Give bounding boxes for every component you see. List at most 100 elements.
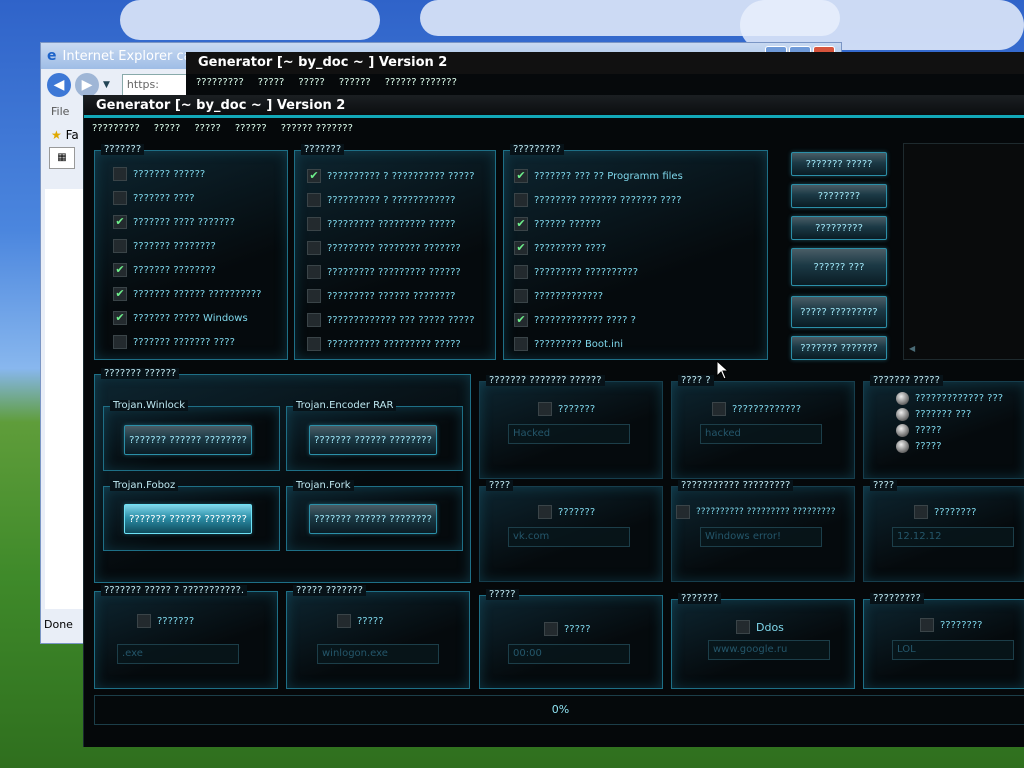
checkbox[interactable]	[337, 614, 351, 628]
dropdown-icon[interactable]: ▼	[103, 80, 110, 90]
checkbox[interactable]	[307, 337, 321, 351]
checkbox[interactable]	[113, 311, 127, 325]
option-checkbox[interactable]: ?????????? ? ?????????? ?????	[307, 169, 475, 183]
menu-item[interactable]: ?????	[258, 74, 285, 92]
option-checkbox[interactable]: ??????? ?????? ??????????	[113, 287, 261, 301]
back-icon[interactable]: ◀	[47, 73, 71, 97]
radio-option[interactable]: ????????????? ???	[896, 392, 1003, 405]
side-button[interactable]: ??????? ?????	[791, 152, 887, 176]
menu-item[interactable]: ?????	[298, 74, 325, 92]
option-checkbox[interactable]: ??????? ??? ?? Programm files	[514, 169, 683, 183]
checkbox[interactable]	[514, 241, 528, 255]
menu-item[interactable]: ?????? ???????	[385, 74, 457, 92]
text-input[interactable]: Hacked	[508, 424, 630, 444]
text-input[interactable]: winlogon.exe	[317, 644, 439, 664]
checkbox[interactable]	[914, 505, 928, 519]
option-checkbox[interactable]: ??????? ????????	[113, 239, 216, 253]
checkbox[interactable]	[514, 217, 528, 231]
trojan-button[interactable]: ??????? ?????? ????????	[124, 504, 252, 534]
checkbox[interactable]	[676, 505, 690, 519]
checkbox[interactable]	[113, 239, 127, 253]
checkbox[interactable]	[538, 505, 552, 519]
option-checkbox[interactable]: ??????? ????????	[113, 263, 216, 277]
option-checkbox[interactable]: ??????? ????? Windows	[113, 311, 248, 325]
option-checkbox[interactable]: ????????????? ??? ????? ?????	[307, 313, 475, 327]
option-checkbox[interactable]: ????????? ??????????	[514, 265, 638, 279]
option-checkbox[interactable]: ?????????? ????????? ?????	[307, 337, 461, 351]
menu-item[interactable]: ??????	[339, 74, 371, 92]
checkbox[interactable]	[712, 402, 726, 416]
option-checkbox[interactable]: ???????	[538, 505, 595, 519]
radio-option[interactable]: ?????	[896, 440, 942, 453]
radio-button[interactable]	[896, 408, 909, 421]
option-checkbox[interactable]: ??????? ??????	[113, 167, 205, 181]
checkbox[interactable]	[514, 313, 528, 327]
option-checkbox[interactable]: ????????? ?????? ????????	[307, 289, 455, 303]
checkbox[interactable]	[514, 169, 528, 183]
checkbox[interactable]	[307, 289, 321, 303]
side-button[interactable]: ??????? ???????	[791, 336, 887, 360]
option-checkbox[interactable]: ??????? ???? ???????	[113, 215, 235, 229]
option-checkbox[interactable]: ????????????? ???? ?	[514, 313, 636, 327]
text-input[interactable]: LOL	[892, 640, 1014, 660]
trojan-button[interactable]: ??????? ?????? ????????	[124, 425, 252, 455]
checkbox[interactable]	[544, 622, 558, 636]
checkbox[interactable]	[920, 618, 934, 632]
radio-option[interactable]: ??????? ???	[896, 408, 971, 421]
option-checkbox[interactable]: ????????? ???????? ???????	[307, 241, 461, 255]
menu-item[interactable]: ?????????	[196, 74, 244, 92]
radio-option[interactable]: ?????	[896, 424, 942, 437]
menu-item[interactable]: ?????????	[92, 118, 140, 140]
checkbox[interactable]	[113, 167, 127, 181]
radio-button[interactable]	[896, 424, 909, 437]
side-button[interactable]: ????? ?????????	[791, 296, 887, 328]
option-checkbox[interactable]: ?????????? ? ????????????	[307, 193, 455, 207]
radio-button[interactable]	[896, 440, 909, 453]
trojan-button[interactable]: ??????? ?????? ????????	[309, 504, 437, 534]
menu-item[interactable]: ?????? ???????	[281, 118, 353, 140]
option-checkbox[interactable]: ????????? ????????? ??????	[307, 265, 461, 279]
option-checkbox[interactable]: ????????? Boot.ini	[514, 337, 623, 351]
option-checkbox[interactable]: Ddos	[736, 620, 784, 634]
checkbox[interactable]	[113, 191, 127, 205]
checkbox[interactable]	[514, 193, 528, 207]
menu-item[interactable]: ??????	[235, 118, 267, 140]
checkbox[interactable]	[307, 241, 321, 255]
checkbox[interactable]	[113, 335, 127, 349]
menu-item[interactable]: ?????	[154, 118, 181, 140]
checkbox[interactable]	[113, 215, 127, 229]
option-checkbox[interactable]: ??????? ????	[113, 191, 195, 205]
checkbox[interactable]	[514, 337, 528, 351]
text-input[interactable]: .exe	[117, 644, 239, 664]
text-input[interactable]: vk.com	[508, 527, 630, 547]
text-input[interactable]: hacked	[700, 424, 822, 444]
address-bar[interactable]: https:	[121, 74, 188, 96]
option-checkbox[interactable]: ?????	[337, 614, 384, 628]
text-input[interactable]: www.google.ru	[708, 640, 830, 660]
side-button[interactable]: ?????????	[791, 216, 887, 240]
text-input[interactable]: 12.12.12	[892, 527, 1014, 547]
menu-item[interactable]: ?????	[194, 118, 221, 140]
checkbox[interactable]	[113, 287, 127, 301]
checkbox[interactable]	[307, 265, 321, 279]
checkbox[interactable]	[307, 169, 321, 183]
radio-button[interactable]	[896, 392, 909, 405]
text-input[interactable]: 00:00	[508, 644, 630, 664]
trojan-button[interactable]: ??????? ?????? ????????	[309, 425, 437, 455]
checkbox[interactable]	[113, 263, 127, 277]
checkbox[interactable]	[137, 614, 151, 628]
checkbox[interactable]	[514, 265, 528, 279]
checkbox[interactable]	[736, 620, 750, 634]
checkbox[interactable]	[307, 313, 321, 327]
option-checkbox[interactable]: ????????	[920, 618, 982, 632]
checkbox[interactable]	[307, 217, 321, 231]
option-checkbox[interactable]: ?????	[544, 622, 591, 636]
option-checkbox[interactable]: ??????? ??????? ????	[113, 335, 235, 349]
checkbox[interactable]	[514, 289, 528, 303]
scroll-left-icon[interactable]: ◀	[909, 344, 915, 353]
option-checkbox[interactable]: ????????	[914, 505, 976, 519]
option-checkbox[interactable]: ????????? ????	[514, 241, 606, 255]
option-checkbox[interactable]: ???????	[538, 402, 595, 416]
side-button[interactable]: ?????? ???	[791, 248, 887, 286]
option-checkbox[interactable]: ?????????????	[712, 402, 801, 416]
